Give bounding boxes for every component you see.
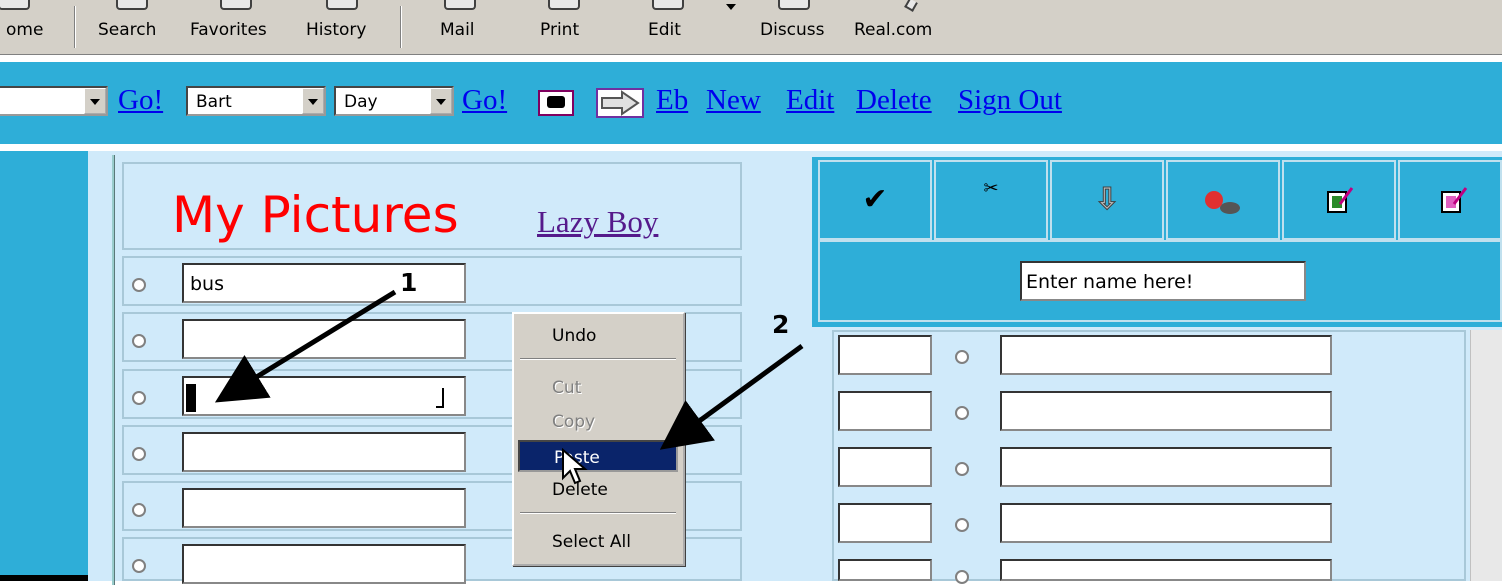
annotation-arrows <box>214 289 804 450</box>
arrow-2 <box>659 343 804 450</box>
annotation-label-2: 2 <box>772 310 790 339</box>
arrow-1 <box>214 289 397 403</box>
annotation-label-1: 1 <box>400 268 418 297</box>
